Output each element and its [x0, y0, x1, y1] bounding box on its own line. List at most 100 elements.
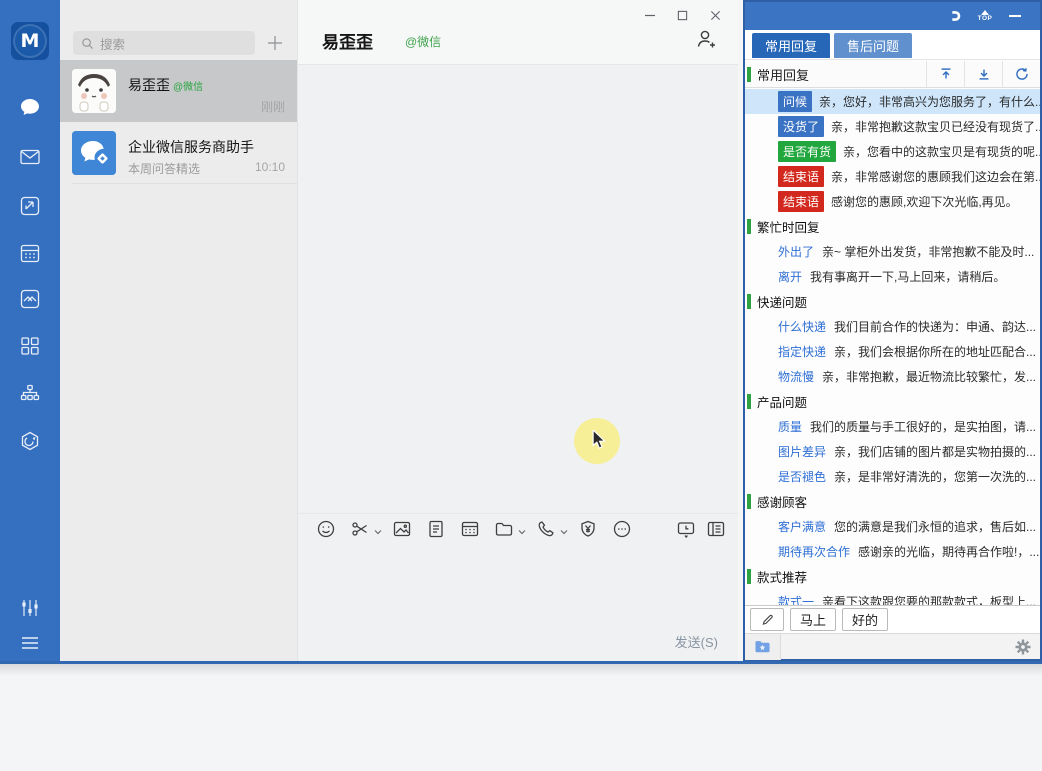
chat-list-item-wecom-assistant[interactable]: 企业微信服务商助手 本周问答精选 10:10	[60, 122, 297, 184]
reply-item[interactable]: 什么快递 我们目前合作的快递为：申通、韵达...	[745, 314, 1040, 339]
menu-icon[interactable]	[18, 631, 42, 655]
send-button[interactable]: 发送(S)	[675, 632, 718, 651]
reply-badge: 问候	[778, 91, 812, 112]
group-header[interactable]: 款式推荐	[745, 564, 1040, 589]
group-header[interactable]: 感谢顾客	[745, 489, 1040, 514]
folder-icon[interactable]	[745, 634, 781, 660]
logo-circle: M	[13, 24, 47, 58]
package-icon[interactable]	[18, 429, 42, 453]
payment-icon[interactable]	[578, 519, 598, 539]
folder-dropdown-caret[interactable]	[518, 528, 526, 536]
screenshot-icon[interactable]	[350, 519, 370, 539]
chat-area: 易歪歪 @微信	[297, 0, 738, 661]
message-input[interactable]: 发送(S)	[298, 543, 738, 661]
apps-icon[interactable]	[18, 334, 42, 358]
screenshot-dropdown-caret[interactable]	[374, 528, 382, 536]
mail-icon[interactable]	[18, 145, 42, 169]
call-icon[interactable]	[536, 519, 556, 539]
folder-icon[interactable]	[494, 519, 514, 539]
reply-text: 我们目前合作的快递为：申通、韵达...	[834, 318, 1036, 335]
gallery-icon[interactable]	[18, 287, 42, 311]
reply-text: 亲，我们店铺的图片都是实物拍摄的...	[834, 443, 1036, 460]
reply-item[interactable]: 质量 我们的质量与手工很好的，是实拍图，请...	[745, 414, 1040, 439]
reply-item[interactable]: 结束语 亲，非常感谢您的惠顾我们这边会在第...	[745, 164, 1040, 189]
reply-text: 亲，非常抱歉，最近物流比较繁忙，发...	[822, 368, 1036, 385]
chat-title: 易歪歪	[322, 28, 373, 53]
edit-pencil-icon[interactable]	[750, 608, 784, 631]
reply-label: 款式一	[778, 593, 814, 605]
settings-gear-icon[interactable]	[1014, 638, 1032, 656]
sliders-icon[interactable]	[18, 596, 42, 620]
reply-item[interactable]: 结束语 感谢您的惠顾,欢迎下次光临,再见。	[745, 189, 1040, 214]
reply-item[interactable]: 款式一 亲看下这款跟您要的那款款式，板型上...	[745, 589, 1040, 605]
add-chat-button[interactable]	[263, 31, 287, 55]
avatar	[72, 69, 116, 113]
reply-item[interactable]: 指定快递 亲，我们会根据你所在的地址匹配合...	[745, 339, 1040, 364]
reply-item[interactable]: 问候 亲，您好，非常高兴为您服务了，有什么...	[745, 89, 1040, 114]
message-area[interactable]	[298, 66, 738, 513]
reply-text: 亲，您好，非常高兴为您服务了，有什么...	[819, 93, 1040, 110]
group-header[interactable]: 快递问题	[745, 289, 1040, 314]
calendar-icon[interactable]	[18, 241, 42, 265]
reply-badge: 是否有货	[778, 141, 836, 162]
window-controls	[633, 4, 732, 26]
calendar-grid-icon[interactable]	[460, 519, 480, 539]
group-header[interactable]: 产品问题	[745, 389, 1040, 414]
chat-list-item-yiwaiwai[interactable]: 易歪歪@微信 刚刚	[60, 60, 297, 122]
group-header[interactable]: 繁忙时回复	[745, 214, 1040, 239]
refresh-icon[interactable]	[1002, 61, 1040, 88]
split-view-icon[interactable]	[706, 519, 726, 539]
reply-item[interactable]: 外出了 亲~ 掌柜外出发货，非常抱歉不能及时...	[745, 239, 1040, 264]
search-input[interactable]: 搜索	[73, 31, 255, 55]
reply-label: 什么快递	[778, 318, 826, 335]
reply-label: 客户满意	[778, 518, 826, 535]
tab-common-replies[interactable]: 常用回复	[752, 33, 830, 58]
file-transfer-icon[interactable]	[18, 194, 42, 218]
reply-item[interactable]: 是否有货 亲，您看中的这款宝贝是有现货的呢...	[745, 139, 1040, 164]
file-icon[interactable]	[426, 519, 446, 539]
divider	[72, 183, 297, 184]
add-member-icon[interactable]	[694, 27, 718, 51]
scroll-top-icon[interactable]: TOP	[970, 6, 1000, 26]
reply-badge: 没货了	[778, 116, 824, 137]
mouse-cursor	[591, 430, 605, 448]
image-icon[interactable]	[392, 519, 412, 539]
call-dropdown-caret[interactable]	[560, 528, 568, 536]
collapse-to-top-icon[interactable]	[926, 61, 964, 88]
reply-item[interactable]: 期待再次合作 感谢亲的光临，期待再合作啦!，...	[745, 539, 1040, 564]
reply-text: 感谢您的惠顾,欢迎下次光临,再见。	[831, 193, 1018, 210]
panel-minimize-icon[interactable]	[1000, 6, 1030, 26]
reply-item[interactable]: 客户满意 您的满意是我们永恒的追求，售后如...	[745, 514, 1040, 539]
close-button[interactable]	[699, 4, 732, 26]
reply-label: 质量	[778, 418, 802, 435]
wechat-tag: @微信	[173, 82, 203, 93]
reply-item[interactable]: 没货了 亲，非常抱歉这款宝贝已经没有现货了...	[745, 114, 1040, 139]
reply-label: 期待再次合作	[778, 543, 850, 560]
reply-text: 亲，是非常好清洗的，您第一次洗的...	[834, 468, 1036, 485]
chat-list-panel: 搜索 易歪歪@微信 刚刚	[60, 0, 297, 661]
reply-item[interactable]: 物流慢 亲，非常抱歉，最近物流比较繁忙，发...	[745, 364, 1040, 389]
org-chart-icon[interactable]	[18, 382, 42, 406]
expand-to-bottom-icon[interactable]	[964, 61, 1002, 88]
tab-aftersale-issues[interactable]: 售后问题	[834, 33, 912, 58]
emoji-icon[interactable]	[316, 519, 336, 539]
quick-reply-button[interactable]: 马上	[790, 608, 836, 631]
app-logo[interactable]: M	[11, 22, 49, 60]
more-icon[interactable]	[612, 519, 632, 539]
reply-group-toolbar: 常用回复	[745, 61, 1040, 88]
reply-item[interactable]: 图片差异 亲，我们店铺的图片都是实物拍摄的...	[745, 439, 1040, 464]
reply-item[interactable]: 离开 我有事离开一下,马上回来，请稍后。	[745, 264, 1040, 289]
chat-history-icon[interactable]	[676, 519, 696, 539]
reply-text: 亲，您看中的这款宝贝是有现货的呢...	[843, 143, 1040, 160]
quick-reply-button[interactable]: 好的	[842, 608, 888, 631]
chat-name: 易歪歪@微信	[128, 75, 203, 95]
minimize-button[interactable]	[633, 4, 666, 26]
top-label: TOP	[978, 16, 993, 23]
search-placeholder: 搜索	[100, 34, 125, 53]
reply-text: 亲，非常抱歉这款宝贝已经没有现货了...	[831, 118, 1040, 135]
maximize-button[interactable]	[666, 4, 699, 26]
chat-icon[interactable]	[18, 95, 42, 119]
dock-magnet-icon[interactable]	[940, 6, 970, 26]
reply-item[interactable]: 是否褪色 亲，是非常好清洗的，您第一次洗的...	[745, 464, 1040, 489]
reply-label: 是否褪色	[778, 468, 826, 485]
